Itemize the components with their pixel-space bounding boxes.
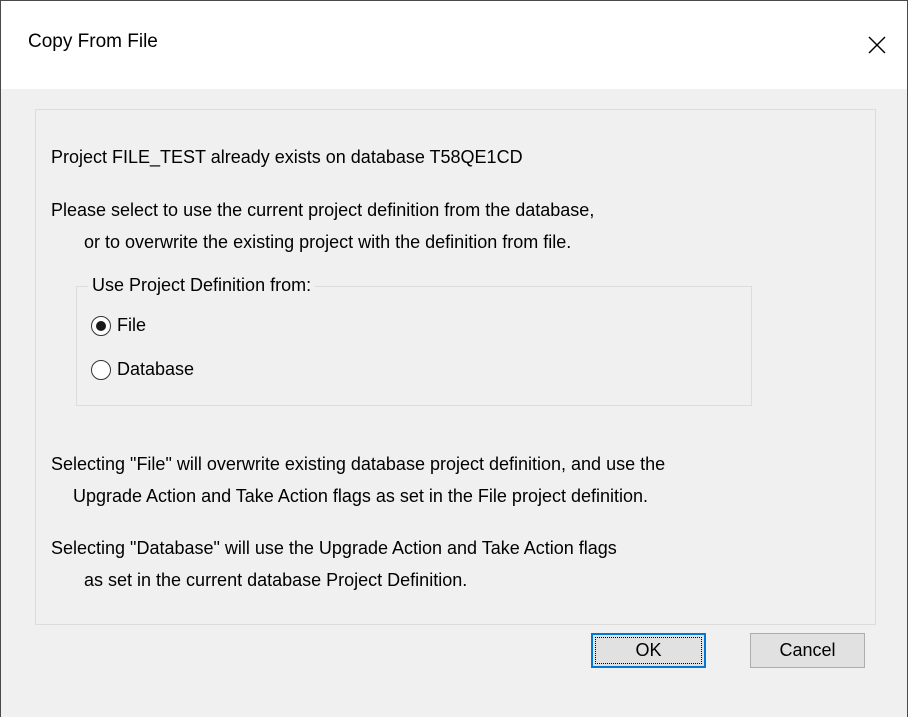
exists-message: Project FILE_TEST already exists on data… [51, 147, 523, 167]
radio-database-button[interactable] [91, 359, 111, 380]
radio-file-label: File [117, 315, 147, 335]
radio-database[interactable]: Database [91, 359, 194, 380]
dialog-body: Project FILE_TEST already exists on data… [1, 89, 907, 717]
radio-database-label: Database [117, 359, 195, 379]
group-legend: Use Project Definition from: [88, 275, 316, 296]
window-title: Copy From File [28, 31, 158, 52]
project-definition-group: Use Project Definition from: File Databa… [76, 275, 752, 406]
ok-button[interactable]: OK [591, 633, 706, 668]
instruction-line-2: or to overwrite the existing project wit… [84, 232, 572, 252]
file-note-line-1: Selecting "File" will overwrite existing… [51, 454, 666, 474]
focus-ring [595, 637, 702, 664]
close-icon [867, 35, 887, 55]
db-note-line-2: as set in the current database Project D… [84, 570, 468, 590]
radio-file[interactable]: File [91, 315, 146, 336]
title-bar: Copy From File [1, 1, 907, 89]
copy-from-file-dialog: Copy From File Project FILE_TEST already… [0, 0, 908, 717]
cancel-button-label: Cancel [779, 640, 836, 660]
content-panel: Project FILE_TEST already exists on data… [35, 109, 876, 625]
file-note-line-2: Upgrade Action and Take Action flags as … [73, 486, 649, 506]
cancel-button[interactable]: Cancel [750, 633, 865, 668]
instruction-line-1: Please select to use the current project… [51, 200, 595, 220]
close-button[interactable] [847, 1, 907, 89]
db-note-line-1: Selecting "Database" will use the Upgrad… [51, 538, 617, 558]
radio-file-button[interactable] [91, 315, 111, 336]
